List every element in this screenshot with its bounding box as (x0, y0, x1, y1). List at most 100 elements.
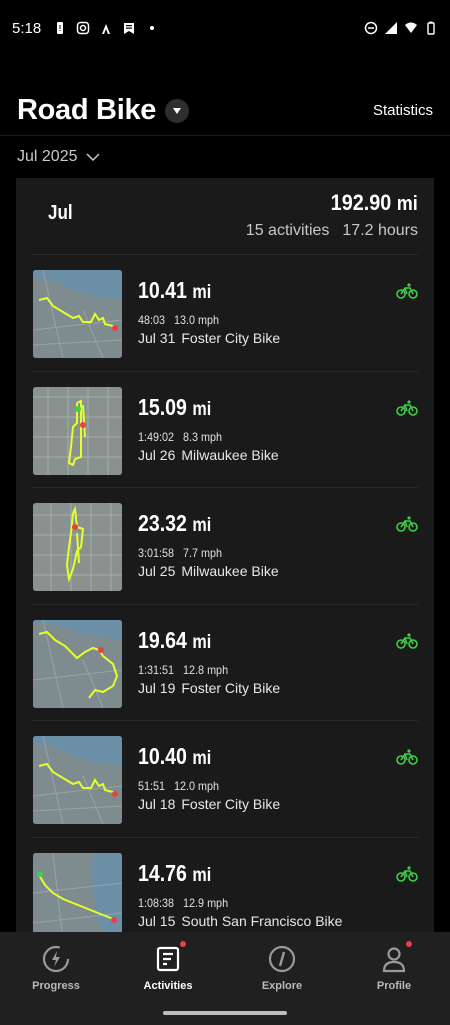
activity-stats: 51:51 12.0 mph (138, 779, 219, 793)
activity-distance: 19.64 mi (138, 627, 211, 654)
nav-profile[interactable]: Profile (338, 941, 450, 992)
statistics-link[interactable]: Statistics (373, 102, 433, 119)
nav-explore[interactable]: Explore (226, 944, 338, 992)
caret-down-icon (173, 107, 182, 114)
activity-speed: 13.0 mph (174, 313, 220, 327)
summary-month: Jul (48, 202, 73, 224)
activity-distance-unit: mi (192, 864, 212, 886)
activity-speed: 7.7 mph (183, 546, 223, 561)
nav-profile-label: Profile (376, 980, 412, 992)
route-map-thumbnail (33, 619, 122, 708)
progress-icon (41, 944, 71, 974)
strava-icon (102, 24, 111, 34)
battery-alert-icon (57, 22, 64, 34)
route-map-thumbnail (33, 503, 122, 592)
summary-distance-unit: mi (396, 193, 418, 215)
route-map-thumbnail (33, 736, 122, 825)
activity-name: Foster City Bike (181, 796, 281, 813)
activity-speed: 12.0 mph (174, 779, 220, 794)
summary-meta: 15 activities 17.2 hours (246, 222, 418, 240)
activity-date: Jul 19 (138, 679, 176, 696)
activity-info: Jul 26 Milwaukee Bike (138, 447, 279, 463)
bike-icon (396, 633, 418, 649)
activity-date: Jul 15 (138, 912, 176, 929)
activity-date: Jul 25 (138, 563, 176, 580)
activity-row[interactable]: 15.09 mi 1:49:02 8.3 mph Jul 26 Milwaukee … (32, 372, 418, 489)
activity-row[interactable]: 10.41 mi 48:03 13.0 mph Jul 31 Foster City… (32, 255, 418, 372)
nav-progress-label: Progress (32, 980, 80, 992)
activity-duration: 51:51 (138, 779, 166, 794)
summary-distance-value: 192.90 (330, 190, 392, 215)
activity-distance: 10.41 mi (138, 277, 211, 304)
do-not-disturb-icon (364, 21, 378, 35)
activity-date: Jul 18 (138, 796, 176, 813)
month-selector-label: Jul 2025 (17, 148, 78, 165)
activity-stats: 1:08:38 12.9 mph (138, 896, 228, 910)
month-selector[interactable]: Jul 2025 (17, 148, 100, 166)
activity-row[interactable]: 14.76 mi 1:08:38 12.9 mph Jul 15 South San… (32, 838, 418, 938)
activity-name: Milwaukee Bike (181, 563, 279, 580)
nav-progress[interactable]: Progress (0, 944, 112, 992)
chevron-down-icon (85, 153, 100, 161)
compass-icon (267, 944, 297, 974)
home-indicator (163, 1011, 287, 1015)
activity-duration: 48:03 (138, 313, 166, 327)
sport-dropdown-button[interactable] (165, 98, 190, 123)
notification-dot (406, 941, 412, 947)
activity-distance-unit: mi (192, 515, 212, 537)
activity-distance-value: 23.32 (138, 510, 187, 537)
activity-duration: 1:49:02 (138, 429, 175, 444)
summary-activities: 15 activities (245, 222, 330, 239)
activity-info: Jul 18 Foster City Bike (138, 796, 280, 812)
status-bar: 5:18 (0, 0, 450, 56)
activity-date: Jul 31 (138, 330, 176, 346)
activity-distance: 10.40 mi (138, 743, 211, 770)
bike-icon (396, 866, 418, 882)
bike-icon (396, 749, 418, 766)
page-header: Road Bike Statistics (0, 86, 450, 136)
activity-info: Jul 31 Foster City Bike (138, 330, 280, 346)
activity-stats: 48:03 13.0 mph (138, 313, 219, 327)
bike-icon (396, 399, 418, 416)
route-map-thumbnail (33, 852, 122, 938)
activity-name: Foster City Bike (181, 330, 281, 346)
activity-distance-value: 15.09 (138, 393, 187, 420)
instagram-icon (76, 21, 90, 35)
activity-name: Milwaukee Bike (181, 446, 279, 463)
activity-distance-value: 10.41 (138, 277, 187, 303)
activity-row[interactable]: 23.32 mi 3:01:58 7.7 mph Jul 25 Milwaukee … (32, 488, 418, 605)
activity-distance-unit: mi (192, 282, 212, 303)
month-summary: Jul 192.90 mi 15 activities 17.2 hours (32, 178, 418, 255)
activity-distance-value: 14.76 (138, 859, 187, 886)
nav-activities-label: Activities (143, 980, 193, 992)
signal-icon (385, 22, 397, 34)
activity-date: Jul 26 (138, 446, 176, 463)
activity-info: Jul 15 South San Francisco Bike (138, 913, 342, 929)
summary-hours: 17.2 hours (342, 222, 418, 239)
activity-info: Jul 19 Foster City Bike (138, 680, 280, 696)
nav-activities[interactable]: Activities (112, 941, 224, 992)
notification-dot (180, 941, 186, 947)
more-dot-icon (150, 26, 155, 30)
battery-icon (427, 21, 435, 35)
activity-row[interactable]: 10.40 mi 51:51 12.0 mph Jul 18 Foster City… (32, 721, 418, 838)
activity-duration: 3:01:58 (138, 546, 175, 561)
summary-distance: 192.90 mi (331, 190, 418, 216)
activity-distance: 23.32 mi (138, 510, 211, 537)
activity-distance-value: 10.40 (138, 743, 187, 770)
activity-speed: 12.9 mph (183, 895, 229, 910)
activity-distance: 15.09 mi (138, 394, 211, 421)
activity-distance-value: 19.64 (138, 626, 187, 653)
bike-icon (396, 283, 418, 299)
status-time: 5:18 (12, 19, 42, 37)
activity-duration: 1:31:51 (138, 662, 175, 677)
activity-distance-unit: mi (192, 748, 212, 770)
activity-name: South San Francisco Bike (181, 912, 343, 929)
page-title: Road Bike (17, 94, 157, 126)
notification-icons (53, 21, 159, 35)
route-map-thumbnail (33, 386, 122, 475)
activity-distance-unit: mi (192, 631, 212, 653)
activity-name: Foster City Bike (181, 679, 281, 696)
activity-row[interactable]: 19.64 mi 1:31:51 12.8 mph Jul 19 Foster Ci… (32, 605, 418, 722)
activities-panel: Jul 192.90 mi 15 activities 17.2 hours 1… (16, 178, 434, 938)
